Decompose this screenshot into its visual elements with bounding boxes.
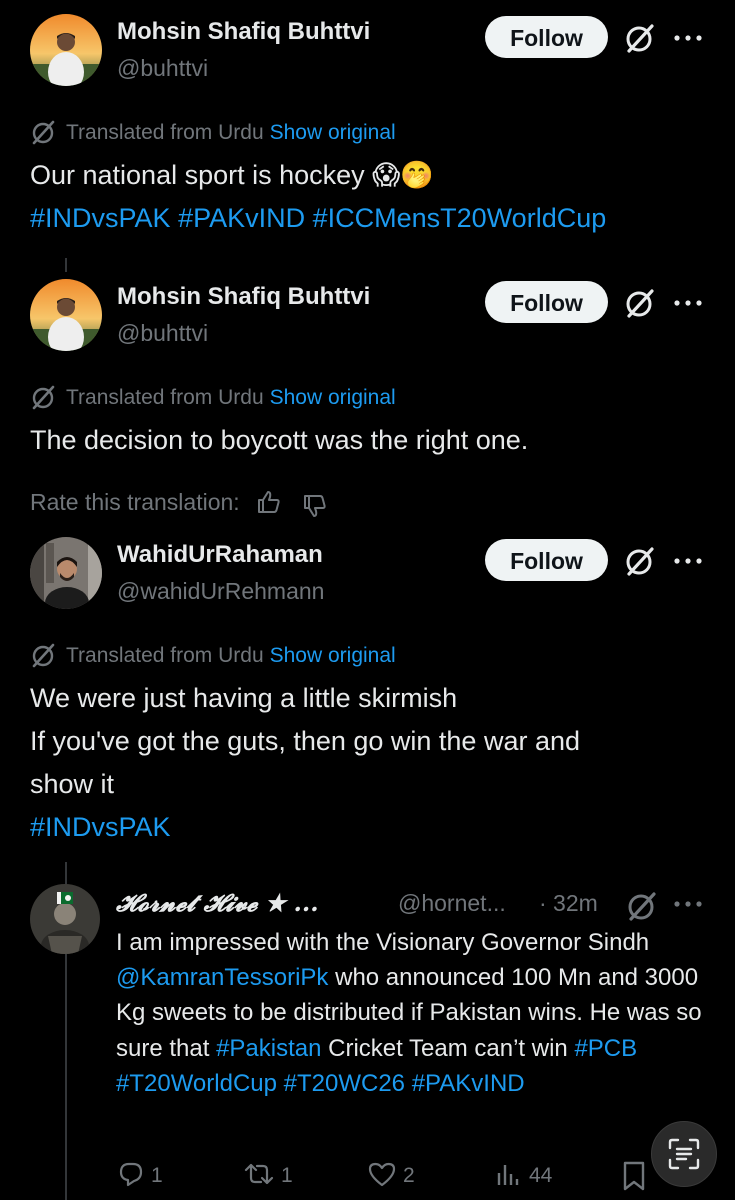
hashtag-link[interactable]: #PCB — [574, 1035, 637, 1062]
post-text: The decision to boycott was the right on… — [30, 425, 529, 455]
author-name[interactable]: WahidUrRahaman — [117, 541, 323, 569]
reply-action[interactable]: 1 — [117, 1160, 163, 1188]
reply-text-part: Cricket Team can’t win — [321, 1034, 575, 1062]
follow-button[interactable]: Follow — [485, 281, 608, 323]
hashtag-link[interactable]: #Pakistan — [216, 1035, 321, 1062]
show-original-link[interactable]: Show original — [270, 644, 396, 667]
post-line: We were just having a little skirmish — [30, 683, 458, 713]
avatar[interactable] — [30, 884, 100, 954]
hashtag-row: #INDvsPAK #PAKvIND #ICCMensT20WorldCup — [30, 197, 720, 240]
author-name[interactable]: Mohsin Shafiq Buhttvi — [117, 18, 370, 46]
translate-icon — [32, 120, 55, 145]
post-3: WahidUrRahaman @wahidUrRehmann Follow Tr… — [0, 523, 735, 853]
more-icon[interactable] — [672, 298, 704, 308]
author-handle[interactable]: @wahidUrRehmann — [117, 578, 324, 605]
like-action[interactable]: 2 — [367, 1160, 415, 1188]
post-2: Mohsin Shafiq Buhttvi @buhttvi Follow Tr… — [0, 265, 735, 525]
author-handle[interactable]: @buhttvi — [117, 55, 208, 82]
hashtag-link[interactable]: #PAKvIND — [412, 1070, 525, 1097]
follow-button[interactable]: Follow — [485, 539, 608, 581]
thumbs-up-icon[interactable] — [256, 489, 282, 515]
bookmark-icon[interactable] — [620, 1160, 648, 1192]
views-count: 44 — [529, 1164, 553, 1187]
mention-link[interactable]: @KamranTessoriPk — [116, 964, 328, 991]
reply-text-part: I am impressed with the Visionary Govern… — [116, 929, 650, 956]
views-action[interactable]: 44 — [495, 1160, 552, 1188]
thumbs-down-icon[interactable] — [302, 493, 328, 519]
more-icon[interactable] — [672, 556, 704, 566]
author-name[interactable]: Mohsin Shafiq Buhttvi — [117, 283, 370, 311]
follow-button[interactable]: Follow — [485, 16, 608, 58]
translated-label: Translated from Urdu — [66, 121, 264, 144]
hashtag-link[interactable]: #INDvsPAK — [30, 203, 171, 233]
grok-icon[interactable] — [624, 888, 660, 924]
rate-label: Rate this translation: — [30, 489, 240, 515]
show-original-link[interactable]: Show original — [270, 121, 396, 144]
hashtag-link[interactable]: #T20WC26 — [284, 1070, 405, 1097]
translation-notice: Translated from Urdu Show original — [30, 119, 396, 145]
repost-count: 1 — [281, 1164, 293, 1187]
hashtag-link[interactable]: #PAKvIND — [178, 203, 305, 233]
post-text: Our national sport is hockey 😱🤭 #INDvsPA… — [30, 154, 720, 240]
translated-label: Translated from Urdu — [66, 644, 264, 667]
text-scan-button[interactable] — [651, 1121, 717, 1187]
avatar[interactable] — [30, 279, 102, 351]
views-icon — [497, 1165, 519, 1185]
avatar[interactable] — [30, 14, 102, 86]
translated-label: Translated from Urdu — [66, 386, 264, 409]
reply-icon — [119, 1162, 143, 1187]
hashtag-link[interactable]: #ICCMensT20WorldCup — [313, 203, 607, 233]
translation-notice: Translated from Urdu Show original — [30, 384, 396, 410]
post-1: Mohsin Shafiq Buhttvi @buhttvi Follow Tr… — [0, 0, 735, 250]
author-handle[interactable]: @buhttvi — [117, 320, 208, 347]
post-line: show it — [30, 769, 115, 799]
more-icon[interactable] — [672, 899, 704, 909]
translate-icon — [32, 385, 55, 410]
like-count: 2 — [403, 1164, 415, 1187]
post-text: We were just having a little skirmish If… — [30, 677, 720, 849]
reply-handle[interactable]: @hornet... — [398, 890, 506, 917]
reply-count: 1 — [151, 1164, 163, 1187]
like-icon — [368, 1162, 396, 1187]
grok-icon[interactable] — [622, 543, 658, 579]
show-original-link[interactable]: Show original — [270, 386, 396, 409]
reply-text: I am impressed with the Visionary Govern… — [116, 925, 716, 1101]
post-line: Our national sport is hockey 😱🤭 — [30, 160, 434, 190]
translate-icon — [32, 643, 55, 668]
repost-icon — [244, 1163, 274, 1185]
hashtag-link[interactable]: #T20WorldCup — [116, 1070, 277, 1097]
post-line: If you've got the guts, then go win the … — [30, 726, 581, 756]
repost-action[interactable]: 1 — [243, 1160, 293, 1188]
more-icon[interactable] — [672, 33, 704, 43]
reply-time[interactable]: · 32m — [539, 890, 598, 917]
hashtag-link[interactable]: #INDvsPAK — [30, 806, 720, 849]
grok-icon[interactable] — [622, 20, 658, 56]
text-scan-icon — [668, 1138, 700, 1170]
avatar[interactable] — [30, 537, 102, 609]
grok-icon[interactable] — [622, 285, 658, 321]
translation-notice: Translated from Urdu Show original — [30, 642, 396, 668]
rate-translation: Rate this translation: — [30, 489, 328, 519]
reply-author-name[interactable]: 𝓗𝓸𝓻𝓷𝓮𝓽 𝓗𝓲𝓿𝓮 ★ ... — [116, 888, 319, 917]
